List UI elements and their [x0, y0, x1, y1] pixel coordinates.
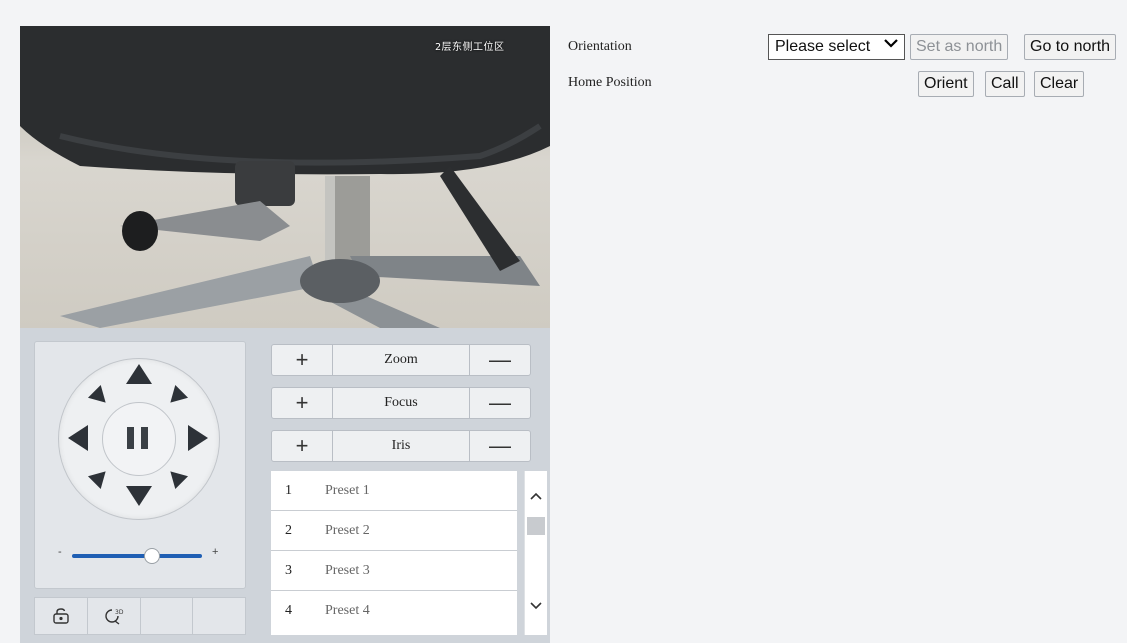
iris-close-button[interactable]: —: [469, 431, 530, 461]
chevron-down-icon: [884, 36, 898, 53]
tool-button-empty[interactable]: [193, 598, 245, 634]
pause-button[interactable]: [102, 402, 176, 476]
pan-left-arrow-icon[interactable]: [68, 425, 88, 451]
ptz-toolbar: 3D: [34, 597, 246, 635]
chevron-up-icon[interactable]: [525, 489, 547, 509]
pan-right-arrow-icon[interactable]: [188, 425, 208, 451]
call-button[interactable]: Call: [985, 71, 1025, 97]
svg-text:3D: 3D: [115, 609, 124, 616]
preset-row[interactable]: 1 Preset 1: [271, 471, 517, 511]
chevron-down-icon: [530, 602, 542, 610]
zoom-in-button[interactable]: +: [272, 345, 333, 375]
speed-plus-label: +: [212, 546, 219, 558]
chevron-down-icon[interactable]: [525, 599, 547, 619]
zoom-control: + Zoom —: [271, 344, 531, 376]
go-to-north-button[interactable]: Go to north: [1024, 34, 1117, 60]
preset-number: 3: [285, 562, 292, 578]
preset-scrollbar[interactable]: [524, 471, 547, 635]
zoom-label: Zoom: [384, 352, 418, 367]
preset-number: 2: [285, 522, 292, 538]
preset-row[interactable]: 4 Preset 4: [271, 591, 517, 631]
lock-camera-button[interactable]: [35, 598, 88, 634]
focus-far-button[interactable]: —: [469, 388, 530, 418]
osd-text: 2层东侧工位区: [435, 42, 505, 53]
preset-name: Preset 4: [325, 603, 370, 618]
focus-control: + Focus —: [271, 387, 531, 419]
pause-icon: [127, 427, 134, 449]
orient-button[interactable]: Orient: [918, 71, 974, 97]
set-as-north-button[interactable]: Set as north: [910, 34, 1009, 60]
preset-row[interactable]: 2 Preset 2: [271, 511, 517, 551]
preset-number: 4: [285, 603, 292, 618]
camera-scene: [20, 26, 550, 328]
chevron-up-icon: [530, 492, 542, 500]
tool-button-empty[interactable]: [141, 598, 194, 634]
iris-open-button[interactable]: +: [272, 431, 333, 461]
scroll-thumb[interactable]: [527, 517, 545, 535]
home-position-label: Home Position: [568, 75, 652, 90]
preset-name: Preset 2: [325, 522, 370, 538]
focus-label: Focus: [384, 395, 418, 410]
preset-name: Preset 1: [325, 482, 370, 498]
pan-up-arrow-icon[interactable]: [126, 364, 152, 384]
pan-down-arrow-icon[interactable]: [126, 486, 152, 506]
lock-camera-icon: [53, 608, 69, 624]
video-preview[interactable]: 2层东侧工位区: [20, 26, 550, 328]
speed-slider[interactable]: - +: [52, 545, 232, 565]
preset-list: 1 Preset 1 2 Preset 2 3 Preset 3 4 Prese…: [271, 471, 517, 635]
zoom-out-button[interactable]: —: [469, 345, 530, 375]
clear-button[interactable]: Clear: [1034, 71, 1085, 97]
3d-positioning-icon: 3D: [104, 609, 124, 625]
3d-positioning-button[interactable]: 3D: [88, 598, 141, 634]
speed-minus-label: -: [58, 546, 62, 558]
iris-control: + Iris —: [271, 430, 531, 462]
iris-label: Iris: [391, 438, 411, 453]
focus-near-button[interactable]: +: [272, 388, 333, 418]
preset-name: Preset 3: [325, 562, 370, 578]
orientation-label: Orientation: [568, 39, 632, 54]
speed-track[interactable]: [72, 554, 202, 558]
preset-number: 1: [285, 482, 292, 498]
orientation-select-value: Please select: [775, 38, 871, 55]
orientation-select[interactable]: Please select: [768, 34, 905, 60]
preset-row[interactable]: 3 Preset 3: [271, 551, 517, 591]
speed-thumb[interactable]: [144, 548, 160, 564]
pause-icon: [141, 427, 148, 449]
